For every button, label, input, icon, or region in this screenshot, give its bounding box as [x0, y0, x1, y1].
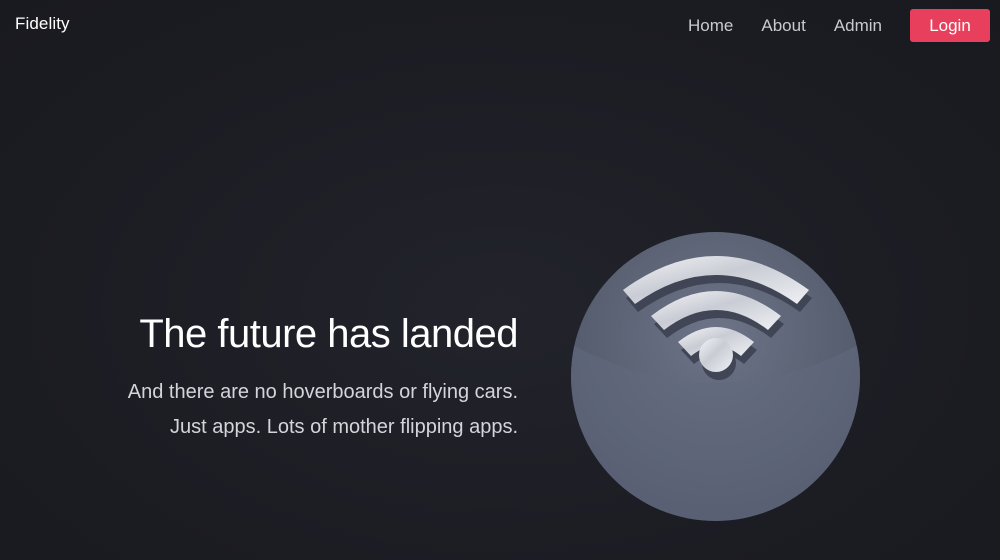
- nav-links: Home About Admin Login: [688, 9, 990, 42]
- hero-title: The future has landed: [139, 312, 518, 356]
- nav-link-about[interactable]: About: [761, 16, 805, 36]
- hero-text: The future has landed And there are no h…: [58, 312, 519, 445]
- login-button[interactable]: Login: [910, 9, 990, 42]
- nav-link-admin[interactable]: Admin: [834, 16, 882, 36]
- brand-logo[interactable]: Fidelity: [15, 14, 70, 34]
- navbar: Fidelity Home About Admin Login: [0, 0, 1000, 50]
- nav-link-home[interactable]: Home: [688, 16, 733, 36]
- hero-subtitle-line-1: And there are no hoverboards or flying c…: [127, 381, 518, 403]
- hero-subtitle-line-2: Just apps. Lots of mother flipping apps.: [170, 416, 518, 438]
- wifi-orb-illustration: [571, 232, 860, 521]
